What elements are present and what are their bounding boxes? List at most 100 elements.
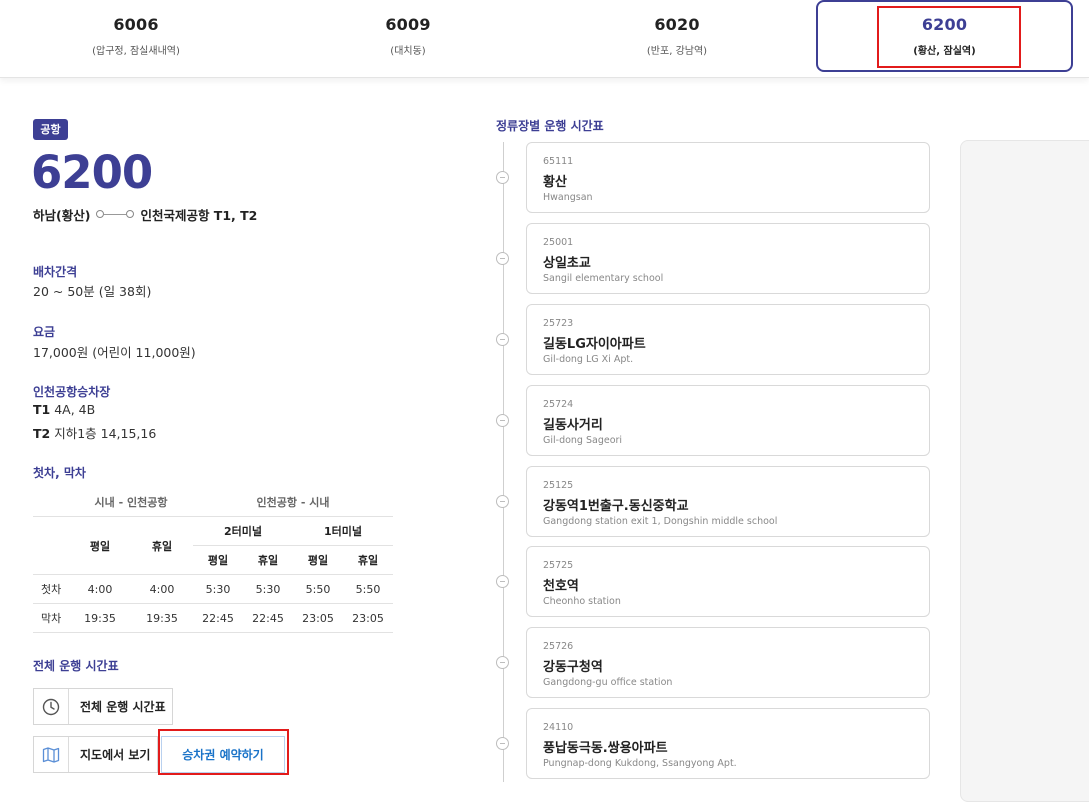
table-row: 막차 19:35 19:35 22:45 22:45 23:05 23:05 bbox=[33, 603, 393, 633]
reserve-ticket-button[interactable]: 승차권 예약하기 bbox=[161, 736, 285, 773]
row-label: 막차 bbox=[33, 603, 69, 633]
header-t1-holiday: 휴일 bbox=[343, 545, 393, 575]
stop-name-en: Gangdong station exit 1, Dongshin middle… bbox=[543, 516, 778, 527]
t2-stops: T2 지하1층 14,15,16 bbox=[33, 423, 156, 442]
table-corner bbox=[33, 488, 69, 517]
stop-name: 길동사거리 bbox=[543, 418, 603, 433]
table-cell: 5:50 bbox=[293, 574, 343, 604]
tab-6020[interactable]: 6020 (반포, 강남역) bbox=[544, 0, 810, 72]
t2-label: T2 bbox=[33, 426, 51, 441]
tab-6200[interactable]: 6200 (황산, 잠실역) bbox=[816, 0, 1073, 72]
stop-name-en: Gil-dong LG Xi Apt. bbox=[543, 354, 634, 365]
tab-number: 6200 bbox=[921, 15, 968, 34]
table-cell: 23:05 bbox=[293, 603, 343, 633]
table-row: 첫차 4:00 4:00 5:30 5:30 5:50 5:50 bbox=[33, 574, 393, 604]
stop-name: 상일초교 bbox=[543, 256, 591, 271]
route-number: 6200 bbox=[31, 146, 153, 199]
stop-id: 25723 bbox=[543, 318, 574, 329]
stop-name-en: Pungnap-dong Kukdong, Ssangyong Apt. bbox=[543, 758, 737, 769]
stop-name-en: Cheonho station bbox=[543, 596, 621, 607]
timeline-dot-icon bbox=[496, 171, 509, 184]
clock-icon bbox=[34, 689, 69, 724]
table-cell: 4:00 bbox=[131, 574, 193, 604]
stop-card[interactable]: 25001 상일초교 Sangil elementary school bbox=[526, 223, 930, 294]
stop-id: 25725 bbox=[543, 560, 574, 571]
stop-name: 풍납동극동.쌍용아파트 bbox=[543, 741, 668, 756]
airport-stops-title: 인천공항승차장 bbox=[33, 385, 111, 399]
timeline-dot-icon bbox=[496, 575, 509, 588]
table-cell: 5:50 bbox=[343, 574, 393, 604]
stop-card[interactable]: 65111 황산 Hwangsan bbox=[526, 142, 930, 213]
timeline-dot-icon bbox=[496, 495, 509, 508]
interval-title: 배차간격 bbox=[33, 265, 78, 279]
stop-name-en: Gil-dong Sageori bbox=[543, 435, 623, 446]
stop-card[interactable]: 25723 길동LG자이아파트 Gil-dong LG Xi Apt. bbox=[526, 304, 930, 375]
route-origin: 하남(황산) bbox=[33, 207, 91, 223]
tab-subtitle: (황산, 잠실역) bbox=[913, 46, 976, 57]
full-schedule-button-label: 전체 운행 시간표 bbox=[80, 700, 166, 714]
header-terminal2: 2터미널 bbox=[193, 516, 293, 546]
first-last-table: 시내 - 인천공항 인천공항 - 시내 평일 휴일 2터미널 1터미널 평일 휴… bbox=[33, 488, 393, 633]
stop-id: 25726 bbox=[543, 641, 574, 652]
timeline-line bbox=[503, 142, 504, 782]
header-holiday: 휴일 bbox=[131, 516, 193, 575]
stop-name: 길동LG자이아파트 bbox=[543, 337, 646, 352]
airport-badge: 공항 bbox=[33, 119, 68, 140]
fare-title: 요금 bbox=[33, 325, 56, 339]
stop-id: 25724 bbox=[543, 399, 574, 410]
full-schedule-title: 전체 운행 시간표 bbox=[33, 659, 119, 673]
row-label: 첫차 bbox=[33, 574, 69, 604]
view-on-map-button[interactable]: 지도에서 보기 bbox=[33, 736, 158, 773]
stop-id: 24110 bbox=[543, 722, 574, 733]
tab-number: 6009 bbox=[385, 15, 431, 34]
header-t2-holiday: 휴일 bbox=[243, 545, 293, 575]
map-panel bbox=[960, 140, 1089, 802]
t1-value: 4A, 4B bbox=[54, 402, 96, 417]
tab-number: 6020 bbox=[654, 15, 700, 34]
tab-subtitle: (압구정, 잠실새내역) bbox=[92, 46, 180, 57]
header-t1-weekday: 평일 bbox=[293, 545, 343, 575]
stop-id: 65111 bbox=[543, 156, 574, 167]
table-cell: 5:30 bbox=[243, 574, 293, 604]
table-cell: 19:35 bbox=[131, 603, 193, 633]
stop-name: 강동구청역 bbox=[543, 660, 603, 675]
stop-name: 강동역1번출구.동신중학교 bbox=[543, 499, 689, 514]
tab-6009[interactable]: 6009 (대치동) bbox=[272, 0, 544, 72]
timeline-dot-icon bbox=[496, 333, 509, 346]
tab-subtitle: (대치동) bbox=[390, 46, 426, 57]
fare-value: 17,000원 (어린이 11,000원) bbox=[33, 345, 196, 360]
header-terminal1: 1터미널 bbox=[293, 516, 393, 546]
reserve-ticket-label: 승차권 예약하기 bbox=[182, 748, 264, 762]
header-t2-weekday: 평일 bbox=[193, 545, 243, 575]
timeline-dot-icon bbox=[496, 737, 509, 750]
table-cell: 23:05 bbox=[343, 603, 393, 633]
timeline-dot-icon bbox=[496, 252, 509, 265]
t1-label: T1 bbox=[33, 402, 51, 417]
stop-id: 25125 bbox=[543, 480, 574, 491]
view-on-map-label: 지도에서 보기 bbox=[80, 748, 151, 762]
t1-stops: T1 4A, 4B bbox=[33, 402, 95, 417]
tab-number: 6006 bbox=[113, 15, 159, 34]
header-city-to-airport: 시내 - 인천공항 bbox=[69, 488, 193, 517]
tab-subtitle: (반포, 강남역) bbox=[646, 46, 708, 57]
interval-value: 20 ~ 50분 (일 38회) bbox=[33, 284, 152, 299]
stop-card[interactable]: 25125 강동역1번출구.동신중학교 Gangdong station exi… bbox=[526, 466, 930, 537]
stop-name-en: Hwangsan bbox=[543, 192, 593, 203]
map-icon bbox=[34, 737, 69, 772]
stop-name-en: Sangil elementary school bbox=[543, 273, 664, 284]
route-connector-icon bbox=[96, 210, 135, 218]
stop-name: 황산 bbox=[543, 175, 567, 190]
stop-card[interactable]: 25724 길동사거리 Gil-dong Sageori bbox=[526, 385, 930, 456]
first-last-title: 첫차, 막차 bbox=[33, 466, 86, 480]
full-schedule-button[interactable]: 전체 운행 시간표 bbox=[33, 688, 173, 725]
tab-6006[interactable]: 6006 (압구정, 잠실새내역) bbox=[0, 0, 272, 72]
route-destination: 인천국제공항 T1, T2 bbox=[140, 207, 258, 223]
table-cell: 19:35 bbox=[69, 603, 131, 633]
stop-name-en: Gangdong-gu office station bbox=[543, 677, 673, 688]
table-cell: 22:45 bbox=[193, 603, 243, 633]
stop-card[interactable]: 25726 강동구청역 Gangdong-gu office station bbox=[526, 627, 930, 698]
stop-card[interactable]: 24110 풍납동극동.쌍용아파트 Pungnap-dong Kukdong, … bbox=[526, 708, 930, 779]
table-cell: 5:30 bbox=[193, 574, 243, 604]
timeline-dot-icon bbox=[496, 414, 509, 427]
stop-card[interactable]: 25725 천호역 Cheonho station bbox=[526, 546, 930, 617]
